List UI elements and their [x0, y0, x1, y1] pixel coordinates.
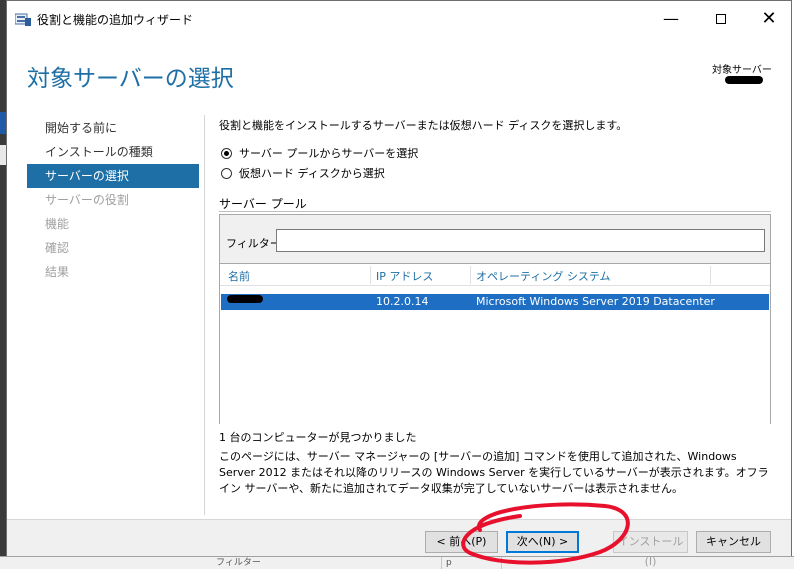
background-cell: p: [442, 557, 502, 569]
column-header-name[interactable]: 名前: [228, 268, 250, 284]
target-server-label: 対象サーバー: [712, 65, 772, 76]
nav-item-server-selection[interactable]: サーバーの選択: [27, 164, 199, 188]
column-header-ip[interactable]: IP アドレス: [376, 268, 433, 284]
nav-divider: [204, 115, 205, 515]
column-header-os[interactable]: オペレーティング システム: [476, 268, 611, 284]
install-button: インストール(I): [613, 531, 688, 568]
redacted-server-name: [725, 76, 763, 84]
column-separator[interactable]: [370, 266, 371, 284]
radio-server-pool[interactable]: [221, 147, 232, 159]
background-strip: フィルター p: [0, 556, 794, 569]
nav-item-features: 機能: [45, 217, 70, 231]
intro-text: 役割と機能をインストールするサーバーまたは仮想ハード ディスクを選択します。: [219, 119, 628, 132]
nav-item-before-you-begin[interactable]: 開始する前に: [27, 116, 199, 140]
title-bar[interactable]: 役割と機能の追加ウィザード — ✕: [7, 1, 791, 37]
server-ip: 10.2.0.14: [376, 295, 429, 308]
maximize-button[interactable]: [707, 7, 735, 31]
radio-vhd-option[interactable]: 仮想ハード ディスクから選択: [221, 165, 385, 181]
nav-item-server-roles: サーバーの役割: [45, 193, 129, 207]
server-manager-icon: [14, 12, 31, 26]
server-list[interactable]: 名前 IP アドレス オペレーティング システム 10.2.0.14 Micro…: [220, 263, 770, 424]
cancel-button[interactable]: キャンセル: [696, 531, 771, 553]
column-separator[interactable]: [710, 266, 711, 284]
nav-item-confirmation: 確認: [45, 241, 70, 255]
background-cell: フィルター: [212, 557, 442, 569]
maximize-icon: [716, 14, 726, 24]
table-row[interactable]: 10.2.0.14 Microsoft Windows Server 2019 …: [221, 294, 769, 310]
window-title: 役割と機能の追加ウィザード: [37, 13, 194, 27]
filter-input[interactable]: [276, 229, 765, 252]
server-list-header: 名前 IP アドレス オペレーティング システム: [220, 264, 770, 286]
nav-item-installation-type[interactable]: インストールの種類: [27, 140, 199, 164]
found-count-text: 1 台のコンピューターが見つかりました: [219, 431, 417, 444]
description-text: このページには、サーバー マネージャーの [サーバーの追加] コマンドを使用して…: [219, 450, 769, 495]
radio-server-pool-label[interactable]: サーバー プールからサーバーを選択: [239, 145, 418, 161]
previous-button[interactable]: < 前へ(P): [425, 531, 498, 553]
server-os: Microsoft Windows Server 2019 Datacenter: [476, 295, 715, 308]
radio-vhd-label[interactable]: 仮想ハード ディスクから選択: [239, 165, 385, 181]
minimize-button[interactable]: —: [657, 7, 685, 31]
radio-vhd[interactable]: [221, 167, 232, 179]
close-button[interactable]: ✕: [755, 7, 783, 31]
server-pool-panel: フィルター: 名前 IP アドレス オペレーティング システム 10.2.0.1…: [219, 214, 771, 424]
wizard-nav: 開始する前に インストールの種類 サーバーの選択 サーバーの役割 機能 確認 結…: [27, 116, 199, 284]
nav-item-results: 結果: [45, 265, 70, 279]
section-divider: [219, 211, 771, 212]
wizard-footer: < 前へ(P) 次へ(N) > インストール(I) キャンセル: [7, 520, 791, 568]
redacted-server-name: [227, 295, 263, 303]
column-separator[interactable]: [470, 266, 471, 284]
radio-server-pool-option[interactable]: サーバー プールからサーバーを選択: [221, 145, 418, 161]
wizard-window: 役割と機能の追加ウィザード — ✕ 対象サーバーの選択 対象サーバー 開始する前…: [6, 0, 792, 568]
server-pool-title: サーバー プール: [219, 197, 307, 211]
next-button[interactable]: 次へ(N) >: [506, 531, 579, 553]
page-title: 対象サーバーの選択: [27, 66, 234, 92]
